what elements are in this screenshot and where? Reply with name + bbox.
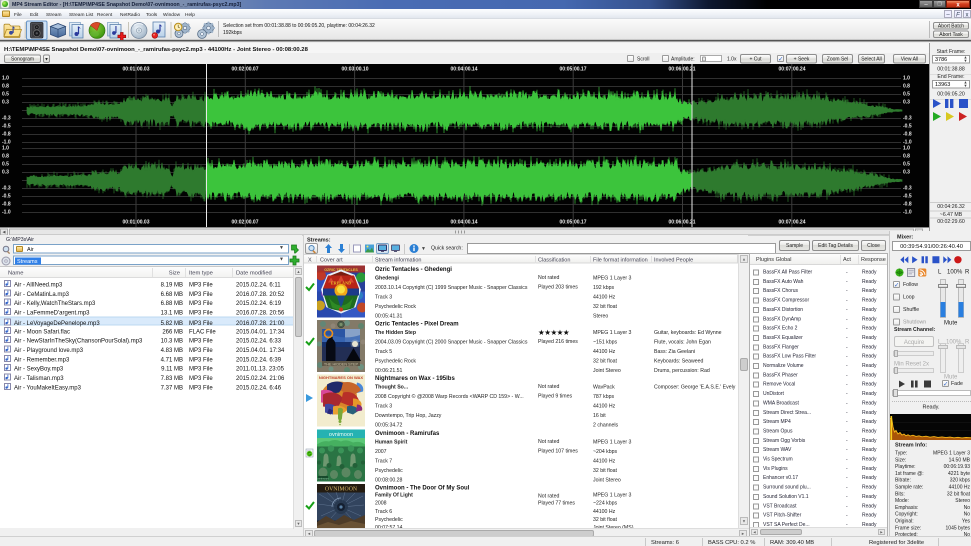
svg-text:ovnimoon: ovnimoon (317, 476, 329, 480)
svg-text:NIGHTMARES ON WAX: NIGHTMARES ON WAX (319, 375, 364, 380)
svg-text:ovnimoon: ovnimoon (329, 432, 353, 438)
svg-text:THE HIDDEN STEP: THE HIDDEN STEP (324, 363, 359, 367)
svg-text:OVNIMOON: OVNIMOON (325, 486, 358, 492)
